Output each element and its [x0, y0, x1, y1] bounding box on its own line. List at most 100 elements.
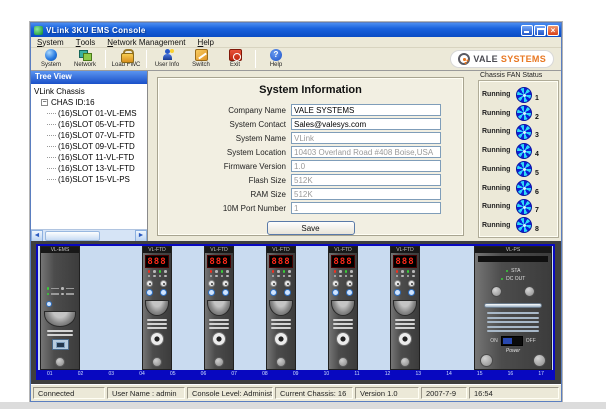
titlebar: VLink 3KU EMS Console × [31, 23, 561, 37]
led-icon [283, 275, 286, 278]
toolbar-separator [146, 50, 147, 68]
tree-slot-item[interactable]: (16)SLOT 13-VL-FTD [31, 163, 147, 174]
chassis-card-vl-ftd[interactable]: VL-FTD888 [266, 246, 296, 370]
toolbar-separator [255, 50, 256, 68]
chassis-card-vl-ems[interactable]: VL-EMS [40, 246, 80, 370]
fan-icon [516, 199, 532, 215]
slot-number-bar: 0102030405060708091011121314151617 [38, 370, 553, 378]
led-label-dash [51, 293, 59, 295]
led-row [210, 275, 229, 278]
led-row [334, 270, 353, 273]
load-fwc-button[interactable]: Load FWC [109, 49, 143, 70]
usb-slot [56, 342, 65, 348]
slot-number: 04 [139, 371, 145, 378]
connector-icon [394, 280, 401, 287]
help-button[interactable]: ?Help [259, 49, 293, 70]
grille-line [271, 319, 291, 321]
tree-slot-item[interactable]: (16)SLOT 01-VL-EMS [31, 108, 147, 119]
connector-icon [270, 280, 277, 287]
slot-number: 02 [78, 371, 84, 378]
menu-item-help[interactable]: Help [192, 37, 220, 47]
connector-icon [346, 280, 353, 287]
close-icon[interactable]: × [547, 25, 559, 36]
led-icon [61, 293, 64, 296]
slot-number: 05 [170, 371, 176, 378]
tree-slot-item[interactable]: (16)SLOT 07-VL-FTD [31, 130, 147, 141]
slot-number: 01 [47, 371, 53, 378]
tree-root-node[interactable]: VLink Chassis [31, 86, 147, 97]
tree-body: VLink Chassis − CHAS ID:16 (16)SLOT 01-V… [31, 84, 147, 229]
led-label-dash [66, 293, 74, 295]
tree-horizontal-scrollbar[interactable]: ◄ ► [31, 229, 147, 241]
connector-icon [408, 280, 415, 287]
led-icon [283, 270, 286, 273]
led-icon [47, 293, 50, 296]
maximize-icon[interactable] [534, 25, 546, 36]
status-cell: Connected [33, 387, 105, 399]
led-icon [272, 275, 275, 278]
led-icon [148, 275, 151, 278]
chassis-card-vl-ftd[interactable]: VL-FTD888 [328, 246, 358, 370]
app-window: VLink 3KU EMS Console × SystemToolsNetwo… [30, 22, 562, 402]
menu-item-system[interactable]: System [31, 37, 70, 47]
slot-number: 16 [508, 371, 514, 378]
company-name-field[interactable] [291, 104, 441, 116]
fan-number: 2 [535, 114, 539, 121]
ram-size-field[interactable] [291, 188, 441, 200]
form-row: Flash Size [166, 174, 455, 186]
fan-number: 7 [535, 207, 539, 214]
connector-icon [46, 301, 52, 307]
tree-slot-item[interactable]: (16)SLOT 05-VL-FTD [31, 119, 147, 130]
system-name-field[interactable] [291, 132, 441, 144]
card-slot-opening [484, 303, 542, 308]
toolbar-button-label: System [41, 62, 61, 68]
slot-number: 08 [262, 371, 268, 378]
field-label: System Name [166, 134, 291, 143]
firmware-version-field[interactable] [291, 160, 441, 172]
tree-slot-item[interactable]: (16)SLOT 11-VL-FTD [31, 152, 147, 163]
status-cell: Console Level: Administrator [187, 387, 273, 399]
save-button[interactable]: Save [267, 221, 355, 235]
scroll-right-icon[interactable]: ► [135, 230, 147, 242]
thumb-screw [55, 357, 65, 367]
led-line: DC OUT [501, 276, 526, 282]
lock-icon [120, 49, 133, 61]
grille-line [147, 327, 167, 329]
system-contact-field[interactable] [291, 118, 441, 130]
led-icon [407, 275, 410, 278]
user-info-button[interactable]: User Info [150, 49, 184, 70]
led-icon [412, 270, 415, 273]
minimize-icon[interactable] [521, 25, 533, 36]
fan-number: 1 [535, 95, 539, 102]
thumb-screw [400, 357, 410, 367]
switch-button[interactable]: Switch [184, 49, 218, 70]
rocker-switch[interactable] [501, 336, 523, 346]
menu-item-tools[interactable]: Tools [70, 37, 102, 47]
tree-chassis-node[interactable]: − CHAS ID:16 [31, 97, 147, 108]
tree-slot-item[interactable]: (16)SLOT 15-VL-PS [31, 174, 147, 185]
connector-grid [208, 280, 230, 296]
system-location-field[interactable] [291, 146, 441, 158]
network-button[interactable]: Network [68, 49, 102, 70]
10m-port-number-field[interactable] [291, 202, 441, 214]
scroll-left-icon[interactable]: ◄ [31, 230, 43, 242]
card-slot-label: VL-FTD [391, 247, 419, 253]
chassis-card-vl-ps[interactable]: VL-PSSTADC OUTONOFFPower [474, 246, 552, 370]
led-icon [288, 270, 291, 273]
tree-slot-item[interactable]: (16)SLOT 09-VL-FTD [31, 141, 147, 152]
round-button[interactable] [524, 286, 535, 297]
led-icon [396, 275, 399, 278]
flash-size-field[interactable] [291, 174, 441, 186]
chassis-card-vl-ftd[interactable]: VL-FTD888 [204, 246, 234, 370]
ejector-latch [331, 300, 355, 316]
exit-button[interactable]: Exit [218, 49, 252, 70]
menu-item-network-management[interactable]: Network Management [101, 37, 191, 47]
chassis-card-vl-ftd[interactable]: VL-FTD888 [142, 246, 172, 370]
system-button[interactable]: System [34, 49, 68, 70]
thumb-screw [276, 357, 286, 367]
tree-collapse-icon[interactable]: − [41, 99, 48, 106]
button-row [491, 286, 535, 297]
round-button[interactable] [491, 286, 502, 297]
chassis-card-vl-ftd[interactable]: VL-FTD888 [390, 246, 420, 370]
scrollbar-thumb[interactable] [45, 231, 100, 241]
